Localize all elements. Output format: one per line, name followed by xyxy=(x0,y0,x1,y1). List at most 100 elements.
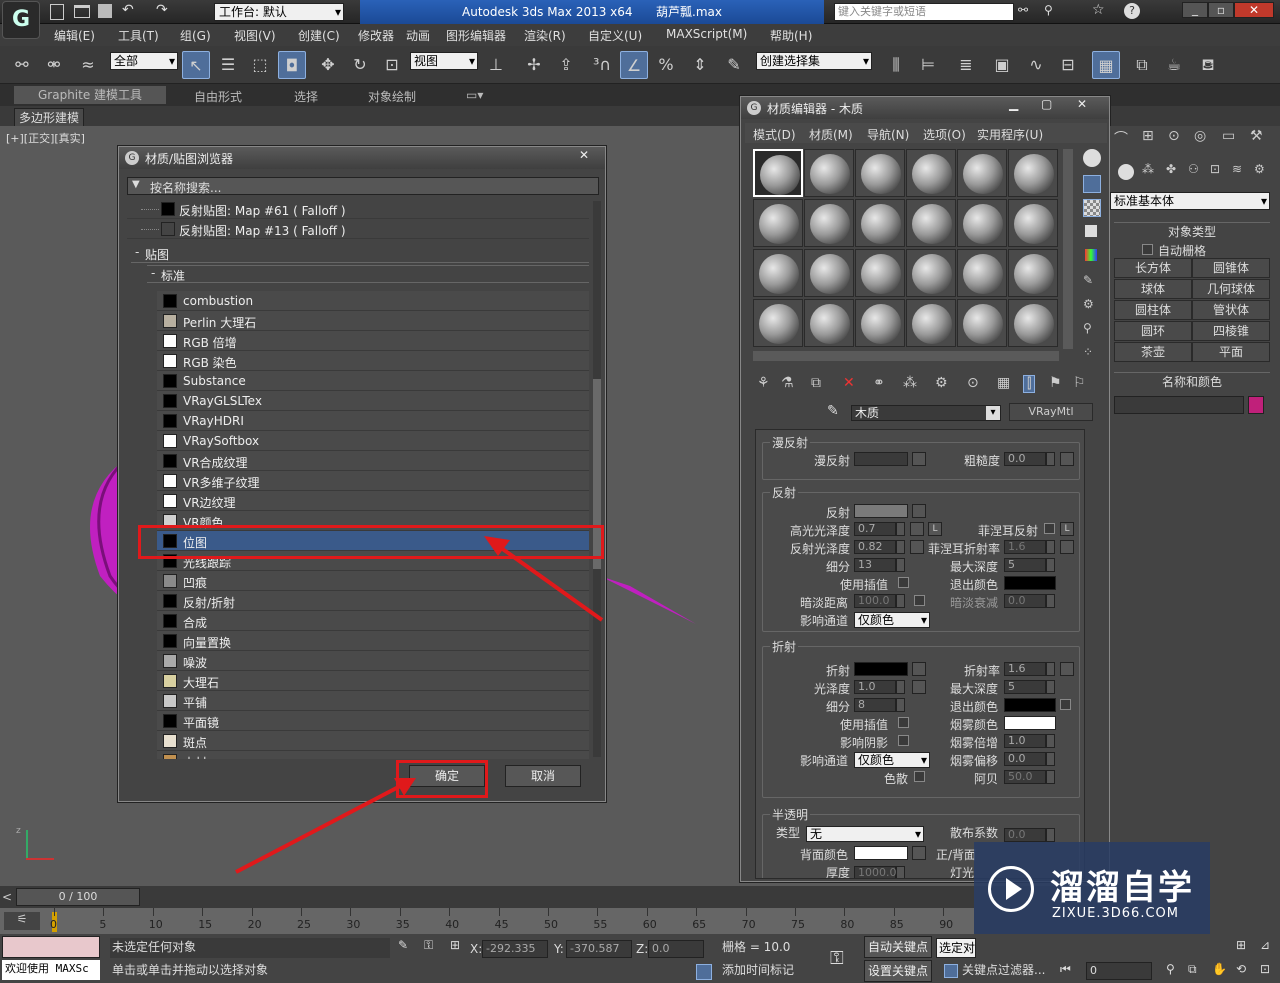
ior-spinner[interactable] xyxy=(1046,662,1055,676)
pan-icon[interactable]: ✋ xyxy=(1212,962,1227,976)
mat-menu-item[interactable]: 选项(O) xyxy=(923,126,966,143)
dim-falloff-spinner[interactable] xyxy=(1046,594,1055,608)
sample-slot[interactable] xyxy=(957,299,1007,347)
diffuse-map-button[interactable] xyxy=(912,452,926,466)
primitive-type-dropdown[interactable]: 标准基本体 ▾ xyxy=(1110,192,1270,210)
pick-material-icon[interactable]: ✎ xyxy=(827,403,839,419)
mat-menu-item[interactable]: 实用程序(U) xyxy=(977,126,1043,143)
welcome-text[interactable]: 欢迎使用 MAXSc xyxy=(2,960,100,980)
hilight-gloss-spinner[interactable] xyxy=(896,522,905,536)
cameras-icon[interactable]: ⚇ xyxy=(1188,162,1199,176)
spacewarps-icon[interactable]: ≋ xyxy=(1232,162,1242,176)
auto-key-button[interactable]: 自动关键点 xyxy=(864,936,932,958)
sample-slot[interactable] xyxy=(804,299,854,347)
dim-distance-spinner[interactable] xyxy=(896,594,905,608)
sample-slot[interactable] xyxy=(1008,299,1058,347)
back-color-swatch[interactable] xyxy=(854,846,908,860)
selected-dropdown[interactable]: 选定对象 xyxy=(936,938,976,958)
mat-menu-item[interactable]: 导航(N) xyxy=(867,126,909,143)
ior-field[interactable]: 1.6 xyxy=(1004,662,1046,676)
roughness-field[interactable]: 0.0 xyxy=(1004,452,1046,466)
refr-subdivs-field[interactable]: 8 xyxy=(854,698,896,712)
hilight-gloss-field[interactable]: 0.7 xyxy=(854,522,896,536)
sample-slot[interactable] xyxy=(1008,199,1058,247)
refl-gloss-map-button[interactable] xyxy=(910,540,924,554)
refl-subdivs-spinner[interactable] xyxy=(896,558,905,572)
orbit-icon[interactable]: ⟲ xyxy=(1236,962,1246,976)
dim-distance-field[interactable]: 100.0 xyxy=(854,594,896,608)
set-key-button[interactable]: 设置关键点 xyxy=(864,960,932,982)
shapes-icon[interactable]: ⁂ xyxy=(1142,162,1154,176)
set-key-icon[interactable]: ⚿ xyxy=(830,948,844,969)
geometry-icon[interactable] xyxy=(1118,164,1134,180)
create-object-button[interactable]: 圆锥体 xyxy=(1192,258,1270,278)
refl-max-depth-spinner[interactable] xyxy=(1046,558,1055,572)
add-time-tag-icon[interactable] xyxy=(696,964,712,980)
dispersion-checkbox[interactable] xyxy=(914,771,925,782)
key-filters-button[interactable]: 关键点过滤器... xyxy=(962,962,1052,980)
systems-icon[interactable]: ⚙ xyxy=(1254,162,1265,176)
dim-falloff-field[interactable]: 0.0 xyxy=(1004,594,1046,608)
dim-distance-checkbox[interactable] xyxy=(914,595,925,606)
affect-shadows-checkbox[interactable] xyxy=(898,735,909,746)
display-tab-icon[interactable]: ◎ xyxy=(1194,128,1206,144)
create-object-button[interactable]: 平面 xyxy=(1192,342,1270,362)
autogrid-checkbox[interactable] xyxy=(1142,244,1153,255)
assign-material-icon[interactable]: ⧉ xyxy=(811,375,821,391)
options-icon[interactable]: ⚙ xyxy=(1083,297,1094,311)
z-coord-field[interactable]: 0.0 xyxy=(648,940,704,958)
fog-mult-field[interactable]: 1.0 xyxy=(1004,734,1046,748)
lights-icon[interactable]: ✤ xyxy=(1166,162,1176,176)
sample-slot[interactable] xyxy=(753,149,803,197)
sample-slots-vscroll[interactable] xyxy=(1063,149,1073,349)
refl-use-interp-checkbox[interactable] xyxy=(898,577,909,588)
reflect-color-swatch[interactable] xyxy=(854,504,908,518)
track-bar[interactable]: ⚟ 0 5 10 15 20 25 30 35 40 45 50 55 60 65 70 75 80 85 90 xyxy=(0,908,974,934)
sample-slot[interactable] xyxy=(753,249,803,297)
back-color-map-button[interactable] xyxy=(912,846,926,860)
put-to-scene-icon[interactable]: ⚗ xyxy=(781,375,794,391)
trans-type-dropdown[interactable]: 无 ▾ xyxy=(806,826,924,842)
sample-slot[interactable] xyxy=(804,249,854,297)
create-object-button[interactable]: 茶壶 xyxy=(1114,342,1192,362)
copy-material-icon[interactable]: ⚭ xyxy=(873,375,885,391)
time-config-icon[interactable]: ⏮ xyxy=(1060,962,1071,977)
uv-tiling-icon[interactable] xyxy=(1085,225,1097,237)
lock-selection-icon[interactable]: ⚿ xyxy=(424,938,433,953)
material-id-icon[interactable]: ⊙ xyxy=(967,375,979,391)
transform-mode-icon[interactable]: ⊞ xyxy=(450,938,460,952)
create-object-button[interactable]: 圆柱体 xyxy=(1114,300,1192,320)
video-color-icon[interactable] xyxy=(1085,249,1097,261)
current-frame-field[interactable]: 0 xyxy=(1086,962,1152,980)
sample-slot[interactable] xyxy=(906,149,956,197)
sample-slot[interactable] xyxy=(855,299,905,347)
refl-exit-color-swatch[interactable] xyxy=(1004,576,1056,590)
mat-editor-close-button[interactable]: ✕ xyxy=(1077,97,1087,111)
go-forward-sibling-icon[interactable]: ⚐ xyxy=(1073,375,1086,391)
track-bar-icon[interactable]: ⚟ xyxy=(4,912,40,930)
fog-bias-field[interactable]: 0.0 xyxy=(1004,752,1046,766)
sample-slot[interactable] xyxy=(957,199,1007,247)
diffuse-color-swatch[interactable] xyxy=(854,452,908,466)
refl-affect-ch-dropdown[interactable]: 仅颜色 ▾ xyxy=(854,612,930,628)
fresnel-ior-map-button[interactable] xyxy=(1060,540,1074,554)
maximize-viewport-icon[interactable]: ⊡ xyxy=(1260,962,1270,976)
fresnel-lock-button[interactable]: L xyxy=(1060,522,1074,536)
sample-slot[interactable] xyxy=(1008,249,1058,297)
abbe-field[interactable]: 50.0 xyxy=(1004,770,1046,784)
fresnel-ior-spinner[interactable] xyxy=(1046,540,1055,554)
refr-use-interp-checkbox[interactable] xyxy=(898,717,909,728)
sample-slot[interactable] xyxy=(753,199,803,247)
object-color-swatch[interactable] xyxy=(1248,396,1264,414)
create-object-button[interactable]: 管状体 xyxy=(1192,300,1270,320)
mat-editor-min-button[interactable]: ▁ xyxy=(1009,97,1018,111)
show-map-icon[interactable]: ▦ xyxy=(997,375,1010,391)
refr-affect-ch-dropdown[interactable]: 仅颜色 ▾ xyxy=(854,752,930,768)
hilight-lock-button[interactable]: L xyxy=(928,522,942,536)
material-name-field[interactable]: 木质 ▾ xyxy=(851,405,1001,421)
refract-color-swatch[interactable] xyxy=(854,662,908,676)
make-preview-icon[interactable]: ✎ xyxy=(1083,273,1093,287)
backlight-icon[interactable] xyxy=(1083,175,1101,193)
y-coord-field[interactable]: -370.587 xyxy=(566,940,632,958)
sample-slot[interactable] xyxy=(855,249,905,297)
